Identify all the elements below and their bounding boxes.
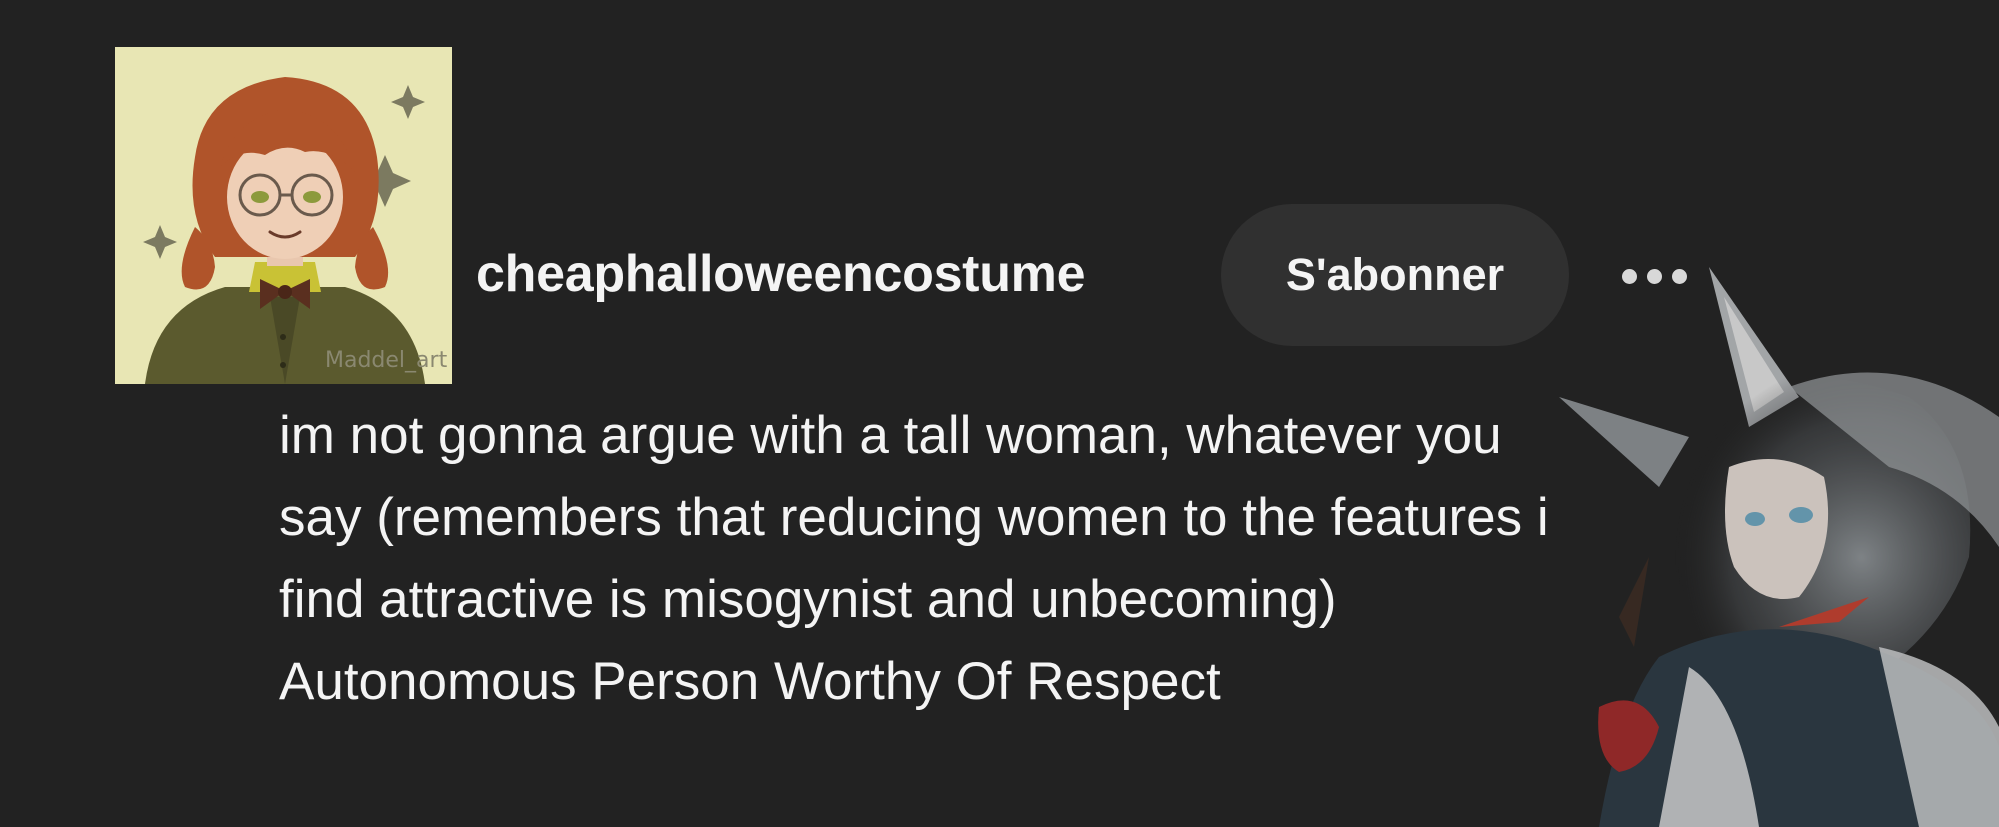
avatar[interactable]: Maddel_art: [115, 47, 452, 384]
more-dot: [1646, 268, 1662, 284]
post-line: Autonomous Person Worthy Of Respect: [279, 652, 1221, 711]
follow-button[interactable]: S'abonner: [1221, 204, 1569, 346]
more-dot: [1621, 268, 1637, 284]
username[interactable]: cheaphalloweencostume: [476, 244, 1086, 304]
more-horizontal-icon[interactable]: [1614, 250, 1694, 302]
avatar-signature: Maddel_art: [325, 348, 448, 373]
post-line: im not gonna argue with a tall woman, wh…: [279, 406, 1502, 465]
post-body: im not gonna argue with a tall woman, wh…: [279, 395, 1719, 723]
more-dot: [1671, 268, 1687, 284]
post-line: say (remembers that reducing women to th…: [279, 488, 1549, 547]
avatar-illustration: Maddel_art: [115, 47, 452, 384]
post-line: find attractive is misogynist and unbeco…: [279, 570, 1337, 629]
